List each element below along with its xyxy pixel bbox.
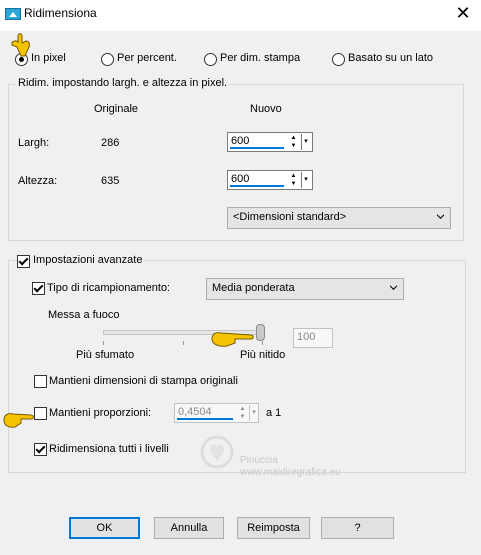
help-button[interactable]: ? [321, 517, 394, 539]
width-new-value[interactable]: 600 [231, 135, 249, 147]
watermark-name: Pinuccia [240, 455, 278, 466]
close-button[interactable]: ✕ [455, 4, 471, 22]
width-label: Largh: [18, 137, 50, 149]
column-original-header: Originale [94, 103, 139, 115]
standard-sizes-value: <Dimensioni standard> [233, 211, 347, 223]
standard-sizes-select[interactable]: <Dimensioni standard> [227, 207, 451, 229]
height-spin-arrows[interactable]: ▲ ▼ [289, 172, 298, 188]
window-title: Ridimensiona [24, 6, 97, 20]
radio-in-pixel-label[interactable]: In pixel [31, 52, 66, 64]
slider-min-label: Più sfumato [76, 349, 135, 361]
resample-type-value: Media ponderata [212, 282, 295, 294]
watermark-url: www.maidiregrafica.eu [240, 467, 341, 478]
height-new-value[interactable]: 600 [231, 173, 249, 185]
keep-print-size-checkbox[interactable] [34, 375, 47, 388]
reset-button[interactable]: Reimposta [237, 517, 310, 539]
radio-print-size[interactable] [204, 53, 217, 66]
keep-proportions-label[interactable]: Mantieni proporzioni: [49, 407, 151, 419]
resample-type-checkbox[interactable] [32, 282, 45, 295]
radio-one-side[interactable] [332, 53, 345, 66]
resize-all-layers-checkbox[interactable] [34, 443, 47, 456]
pointing-hand-icon [11, 33, 30, 57]
slider-tick-max [262, 341, 263, 345]
column-new-header: Nuovo [250, 103, 282, 115]
pointing-hand-icon [211, 332, 254, 347]
height-new-spinner[interactable]: 600 ▲ ▼ ▾ [227, 170, 313, 190]
sharpen-value-field[interactable]: 100 [293, 328, 333, 348]
pointing-hand-icon [3, 413, 34, 428]
height-label: Altezza: [18, 175, 58, 187]
resample-type-label[interactable]: Tipo di ricampionamento: [47, 282, 170, 294]
cancel-button[interactable]: Annulla [154, 517, 224, 539]
ratio-input-underline [177, 418, 233, 420]
ratio-suffix: a 1 [266, 407, 282, 419]
height-input-underline [230, 185, 284, 187]
chevron-down-icon [437, 214, 444, 219]
height-original-value: 635 [101, 175, 120, 187]
width-new-spinner[interactable]: 600 ▲ ▼ ▾ [227, 132, 313, 152]
chevron-down-icon [390, 285, 397, 290]
radio-percent[interactable] [101, 53, 114, 66]
ok-button[interactable]: OK [69, 517, 140, 539]
width-input-underline [230, 147, 284, 149]
resample-type-select[interactable]: Media ponderata [206, 278, 404, 300]
sharpen-value: 100 [297, 331, 316, 343]
width-dropdown-arrow[interactable]: ▾ [301, 134, 310, 150]
keep-proportions-checkbox[interactable] [34, 407, 47, 420]
width-spin-arrows[interactable]: ▲ ▼ [289, 134, 298, 150]
ratio-spin-arrows[interactable]: ▲ ▼ [238, 405, 247, 421]
radio-print-size-label[interactable]: Per dim. stampa [220, 52, 300, 64]
ratio-spinner[interactable]: 0,4504 ▲ ▼ ▾ [174, 403, 259, 423]
advanced-settings-checkbox[interactable] [17, 255, 30, 268]
slider-max-label: Più nitido [240, 349, 286, 361]
radio-percent-label[interactable]: Per percent. [117, 52, 177, 64]
pixel-group-title: Ridim. impostando largh. e altezza in pi… [16, 77, 230, 89]
radio-one-side-label[interactable]: Basato su un lato [348, 52, 433, 64]
resize-all-layers-label[interactable]: Ridimensiona tutti i livelli [49, 443, 169, 455]
slider-tick-min [103, 341, 104, 345]
height-dropdown-arrow[interactable]: ▾ [301, 172, 310, 188]
width-original-value: 286 [101, 137, 120, 149]
ratio-dropdown-arrow[interactable]: ▾ [249, 405, 258, 421]
keep-print-size-label[interactable]: Mantieni dimensioni di stampa originali [49, 375, 238, 387]
ratio-value: 0,4504 [178, 406, 212, 418]
advanced-settings-label[interactable]: Impostazioni avanzate [31, 254, 145, 266]
sharpen-label: Messa a fuoco [48, 309, 120, 321]
resize-app-icon [5, 8, 21, 20]
watermark-logo [200, 435, 234, 469]
slider-tick-mid [183, 341, 184, 345]
